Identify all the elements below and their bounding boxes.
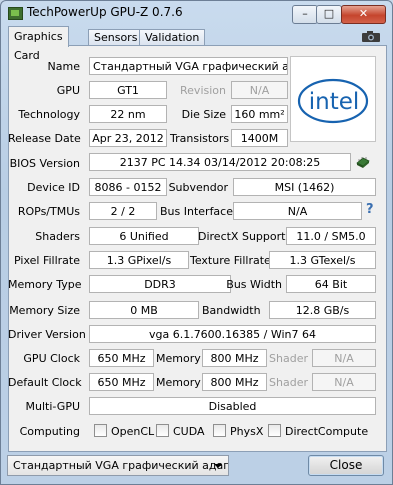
technology-value[interactable]: 22 nm <box>89 105 167 123</box>
card-select-value: Стандартный VGA графический адапт <box>13 459 229 472</box>
gpu-z-app-icon <box>8 7 23 20</box>
gpu-clock-value[interactable]: 650 MHz <box>89 349 154 367</box>
gpu-value[interactable]: GT1 <box>89 81 167 99</box>
intel-logo-text: intel <box>309 89 360 115</box>
cuda-label: CUDA <box>173 425 205 438</box>
close-window-button[interactable]: ✕ <box>341 5 386 24</box>
default-clock-shader-label: Shader <box>269 376 308 389</box>
rops-tmus-label: ROPs/TMUs <box>17 205 80 218</box>
revision-value[interactable]: N/A <box>231 81 288 99</box>
gpu-label: GPU <box>56 84 80 97</box>
bandwidth-label: Bandwidth <box>202 304 261 317</box>
directcompute-label: DirectCompute <box>285 425 369 438</box>
bus-interface-label: Bus Interface <box>160 205 233 218</box>
release-date-label: Release Date <box>8 132 81 145</box>
default-clock-memory-value[interactable]: 800 MHz <box>202 373 267 391</box>
title-bar[interactable]: TechPowerUp GPU-Z 0.7.6 – □ ✕ <box>1 1 392 25</box>
default-clock-memory-label: Memory <box>156 376 201 389</box>
transistors-value[interactable]: 1400M <box>231 129 288 147</box>
memory-type-value[interactable]: DDR3 <box>89 275 231 293</box>
technology-label: Technology <box>18 108 80 121</box>
vendor-logo: intel <box>290 56 376 142</box>
gpu-clock-label: GPU Clock <box>23 352 80 365</box>
tab-sensors[interactable]: Sensors <box>88 29 144 46</box>
subvendor-label: Subvendor <box>168 181 228 194</box>
subvendor-value[interactable]: MSI (1462) <box>233 178 376 196</box>
rops-tmus-value[interactable]: 2 / 2 <box>89 202 157 220</box>
bandwidth-value[interactable]: 12.8 GB/s <box>269 301 376 319</box>
shaders-label: Shaders <box>35 230 80 243</box>
gpu-clock-memory-label: Memory <box>156 352 201 365</box>
cuda-checkbox[interactable]: CUDA <box>156 424 205 440</box>
bus-width-value[interactable]: 64 Bit <box>286 275 376 293</box>
tab-graphics-card[interactable]: Graphics Card <box>8 26 69 62</box>
computing-label: Computing <box>19 425 80 438</box>
shaders-value[interactable]: 6 Unified <box>89 227 199 245</box>
name-value[interactable]: Стандартный VGA графический адап... <box>89 57 288 75</box>
bus-help-icon[interactable]: ? <box>366 202 374 217</box>
bios-chip-icon[interactable] <box>355 155 371 169</box>
close-button[interactable]: Close <box>308 455 384 476</box>
memory-type-label: Memory Type <box>8 278 82 291</box>
pixel-fillrate-value[interactable]: 1.3 GPixel/s <box>89 251 189 269</box>
gpu-clock-shader-label: Shader <box>269 352 308 365</box>
transistors-label: Transistors <box>170 132 230 145</box>
directx-label: DirectX Support <box>198 230 286 243</box>
die-size-label: Die Size <box>181 108 226 121</box>
multi-gpu-value[interactable]: Disabled <box>89 397 376 415</box>
minimize-button[interactable]: – <box>292 5 318 24</box>
card-select-dropdown[interactable]: Стандартный VGA графический адапт <box>7 455 229 476</box>
gpu-clock-memory-value[interactable]: 800 MHz <box>202 349 267 367</box>
bios-version-label: BIOS Version <box>9 157 80 170</box>
device-id-label: Device ID <box>27 181 80 194</box>
memory-size-label: Memory Size <box>9 304 80 317</box>
device-id-value[interactable]: 8086 - 0152 <box>89 178 167 196</box>
driver-version-value[interactable]: vga 6.1.7600.16385 / Win7 64 <box>89 325 376 343</box>
default-clock-value[interactable]: 650 MHz <box>89 373 154 391</box>
directcompute-checkbox[interactable]: DirectCompute <box>268 424 368 440</box>
revision-label: Revision <box>180 84 226 97</box>
bios-version-value[interactable]: 2137 PC 14.34 03/14/2012 20:08:25 <box>89 153 351 171</box>
default-clock-label: Default Clock <box>8 376 82 389</box>
camera-icon[interactable] <box>361 30 381 43</box>
multi-gpu-label: Multi-GPU <box>25 400 80 413</box>
pixel-fillrate-label: Pixel Fillrate <box>14 254 80 267</box>
chevron-down-icon <box>214 464 222 468</box>
tab-validation[interactable]: Validation <box>139 29 206 46</box>
window-title: TechPowerUp GPU-Z 0.7.6 <box>27 5 183 19</box>
directx-value[interactable]: 11.0 / SM5.0 <box>286 227 376 245</box>
texture-fillrate-value[interactable]: 1.3 GTexel/s <box>269 251 376 269</box>
bus-interface-value[interactable]: N/A <box>233 202 362 220</box>
physx-checkbox[interactable]: PhysX <box>213 424 263 440</box>
driver-version-label: Driver Version <box>8 328 86 341</box>
texture-fillrate-label: Texture Fillrate <box>190 254 271 267</box>
opencl-label: OpenCL <box>111 425 155 438</box>
memory-size-value[interactable]: 0 MB <box>89 301 199 319</box>
gpu-clock-shader-value[interactable]: N/A <box>312 349 376 367</box>
bus-width-label: Bus Width <box>226 278 282 291</box>
die-size-value[interactable]: 160 mm² <box>231 105 288 123</box>
default-clock-shader-value[interactable]: N/A <box>312 373 376 391</box>
physx-label: PhysX <box>230 425 264 438</box>
opencl-checkbox[interactable]: OpenCL <box>94 424 154 440</box>
maximize-button[interactable]: □ <box>316 5 342 24</box>
release-date-value[interactable]: Apr 23, 2012 <box>89 129 167 147</box>
